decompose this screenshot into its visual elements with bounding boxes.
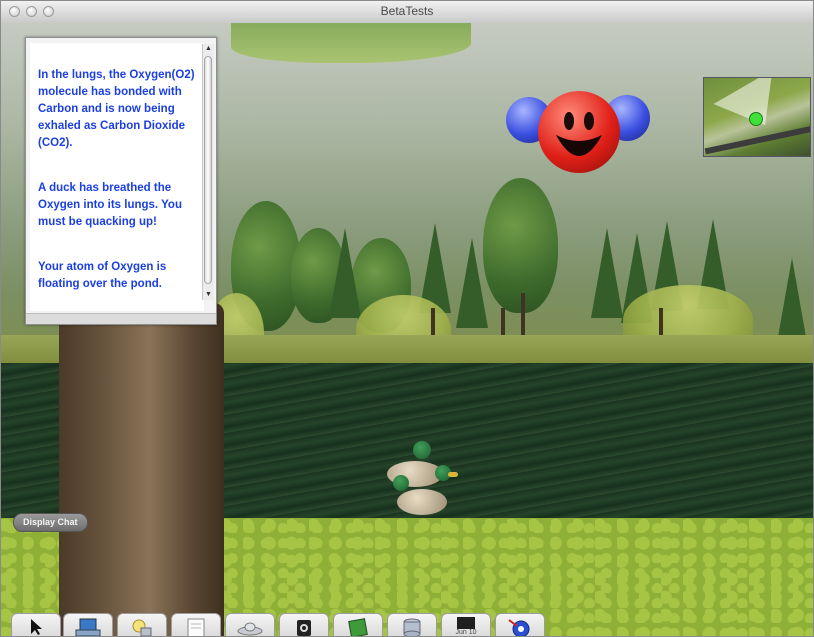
laptop-icon bbox=[75, 618, 101, 636]
scroll-down-arrow-icon[interactable]: ▼ bbox=[204, 291, 213, 299]
smiley-face-icon bbox=[556, 112, 602, 156]
lamp-icon bbox=[131, 618, 153, 636]
arrow-cursor-icon bbox=[29, 618, 43, 636]
book-tool-button[interactable] bbox=[333, 613, 383, 636]
smiley-atom bbox=[538, 91, 620, 173]
display-chat-button[interactable]: Display Chat bbox=[13, 513, 88, 532]
duck-head bbox=[393, 475, 409, 491]
saucer-icon bbox=[236, 618, 264, 636]
info-paragraph: Your atom of Oxygen is floating over the… bbox=[38, 261, 167, 290]
title-bar[interactable]: BetaTests bbox=[1, 1, 813, 24]
disk-stack-icon bbox=[401, 618, 423, 636]
foreground-tree-trunk bbox=[59, 303, 224, 636]
app-window: BetaTests Display Chat In the lungs, the… bbox=[0, 0, 814, 637]
calendar-label: Jun 10 bbox=[455, 629, 477, 636]
paper-icon bbox=[185, 618, 207, 636]
minimap-player-marker bbox=[749, 112, 763, 126]
pine-tree bbox=[456, 238, 488, 328]
molecule-tool-button[interactable] bbox=[495, 613, 545, 636]
info-scrollbar[interactable]: ▲ ▼ bbox=[202, 44, 214, 300]
info-panel: In the lungs, the Oxygen(O2) molecule ha… bbox=[25, 37, 217, 325]
duck-group[interactable] bbox=[385, 439, 465, 519]
saucer-tool-button[interactable] bbox=[225, 613, 275, 636]
scroll-up-arrow-icon[interactable]: ▲ bbox=[204, 45, 213, 53]
database-tool-button[interactable] bbox=[387, 613, 437, 636]
computer-tool-button[interactable] bbox=[63, 613, 113, 636]
pine-tree bbox=[329, 228, 361, 318]
camera-tool-button[interactable] bbox=[279, 613, 329, 636]
minimap[interactable] bbox=[703, 77, 811, 157]
molecule-icon bbox=[507, 618, 533, 636]
info-paragraph: A duck has breathed the Oxygen into its … bbox=[38, 182, 182, 228]
info-text-area: In the lungs, the Oxygen(O2) molecule ha… bbox=[30, 43, 204, 311]
scroll-thumb[interactable] bbox=[204, 56, 212, 284]
bottom-toolbar: Jun 10 bbox=[1, 611, 813, 636]
info-panel-footer bbox=[26, 313, 216, 324]
select-tool-button[interactable] bbox=[11, 613, 61, 636]
window-title: BetaTests bbox=[380, 4, 434, 18]
calendar-tool-button[interactable]: Jun 10 bbox=[441, 613, 491, 636]
pine-tree bbox=[591, 228, 623, 318]
willow-foliage bbox=[231, 23, 471, 63]
notes-tool-button[interactable] bbox=[171, 613, 221, 636]
camera-icon bbox=[293, 618, 315, 636]
duck-body bbox=[397, 489, 447, 515]
info-paragraph: In the lungs, the Oxygen(O2) molecule ha… bbox=[38, 69, 195, 149]
book-icon bbox=[347, 618, 369, 636]
lamp-tool-button[interactable] bbox=[117, 613, 167, 636]
oxygen-molecule-character[interactable] bbox=[506, 73, 656, 193]
duck-head bbox=[413, 441, 431, 459]
duck-bill bbox=[448, 472, 458, 477]
